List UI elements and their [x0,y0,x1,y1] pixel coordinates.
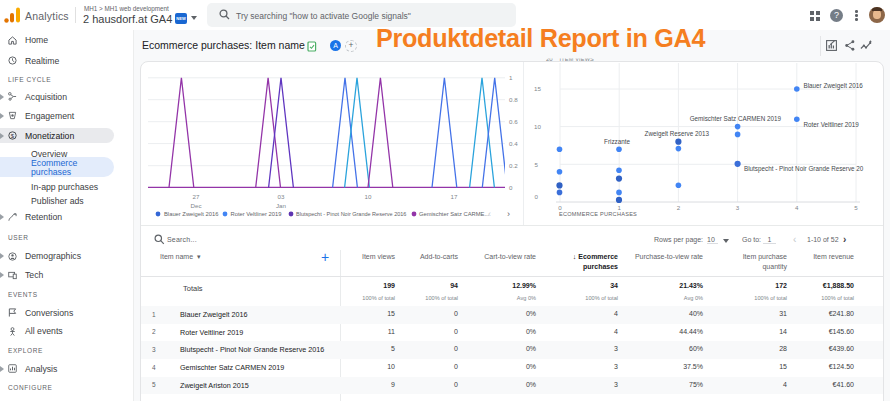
svg-text:$: $ [11,133,15,139]
